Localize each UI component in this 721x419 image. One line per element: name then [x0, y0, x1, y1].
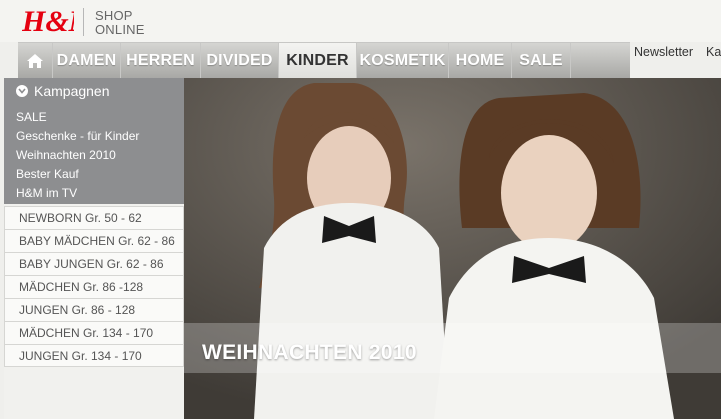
cart-link[interactable]: Ka [706, 45, 721, 59]
hm-logo[interactable]: H&M [22, 4, 74, 38]
campaign-links: SALE Geschenke - für Kinder Weihnachten … [16, 108, 139, 203]
campaign-link-tv[interactable]: H&M im TV [16, 184, 139, 203]
campaign-toggle[interactable]: Kampagnen [16, 83, 110, 99]
category-maedchen-large[interactable]: MÄDCHEN Gr. 134 - 170 [4, 321, 184, 344]
campaign-title: Kampagnen [34, 83, 110, 99]
category-jungen-large[interactable]: JUNGEN Gr. 134 - 170 [4, 344, 184, 367]
newsletter-link[interactable]: Newsletter [634, 45, 693, 59]
shop-label-line2: ONLINE [95, 22, 145, 37]
category-baby-maedchen[interactable]: BABY MÄDCHEN Gr. 62 - 86 [4, 229, 184, 252]
category-jungen-small[interactable]: JUNGEN Gr. 86 - 128 [4, 298, 184, 321]
hero-title: WEIHNACHTEN 2010 [202, 341, 417, 364]
site-header: H&M SHOP ONLINE [0, 0, 721, 42]
campaign-box: Kampagnen SALE Geschenke - für Kinder We… [4, 78, 184, 204]
campaign-link-weihnachten[interactable]: Weihnachten 2010 [16, 146, 139, 165]
nav-item-herren[interactable]: HERREN [120, 43, 200, 79]
sidebar: Kampagnen SALE Geschenke - für Kinder We… [4, 78, 184, 419]
category-list: NEWBORN Gr. 50 - 62 BABY MÄDCHEN Gr. 62 … [4, 206, 184, 367]
main-nav: DAMEN HERREN DIVIDED KINDER KOSMETIK HOM… [0, 42, 721, 79]
campaign-link-geschenke[interactable]: Geschenke - für Kinder [16, 127, 139, 146]
nav-item-sale[interactable]: SALE [511, 43, 571, 79]
hero-banner[interactable]: WEIHNACHTEN 2010 [184, 78, 721, 419]
home-button[interactable] [18, 43, 52, 79]
category-maedchen-small[interactable]: MÄDCHEN Gr. 86 -128 [4, 275, 184, 298]
nav-bar: DAMEN HERREN DIVIDED KINDER KOSMETIK HOM… [18, 42, 630, 79]
chevron-down-icon [16, 85, 28, 97]
nav-item-divided[interactable]: DIVIDED [200, 43, 278, 79]
shop-label-line1: SHOP [95, 8, 133, 23]
nav-item-kinder[interactable]: KINDER [278, 43, 356, 79]
shop-online-label: SHOP ONLINE [95, 9, 145, 37]
category-baby-jungen[interactable]: BABY JUNGEN Gr. 62 - 86 [4, 252, 184, 275]
svg-text:H&M: H&M [22, 5, 74, 38]
nav-item-damen[interactable]: DAMEN [52, 43, 120, 79]
campaign-link-sale[interactable]: SALE [16, 108, 139, 127]
logo-divider [83, 8, 84, 36]
home-icon [27, 54, 43, 68]
nav-item-home[interactable]: HOME [448, 43, 511, 79]
campaign-link-bester-kauf[interactable]: Bester Kauf [16, 165, 139, 184]
category-newborn[interactable]: NEWBORN Gr. 50 - 62 [4, 206, 184, 229]
nav-item-kosmetik[interactable]: KOSMETIK [356, 43, 448, 79]
